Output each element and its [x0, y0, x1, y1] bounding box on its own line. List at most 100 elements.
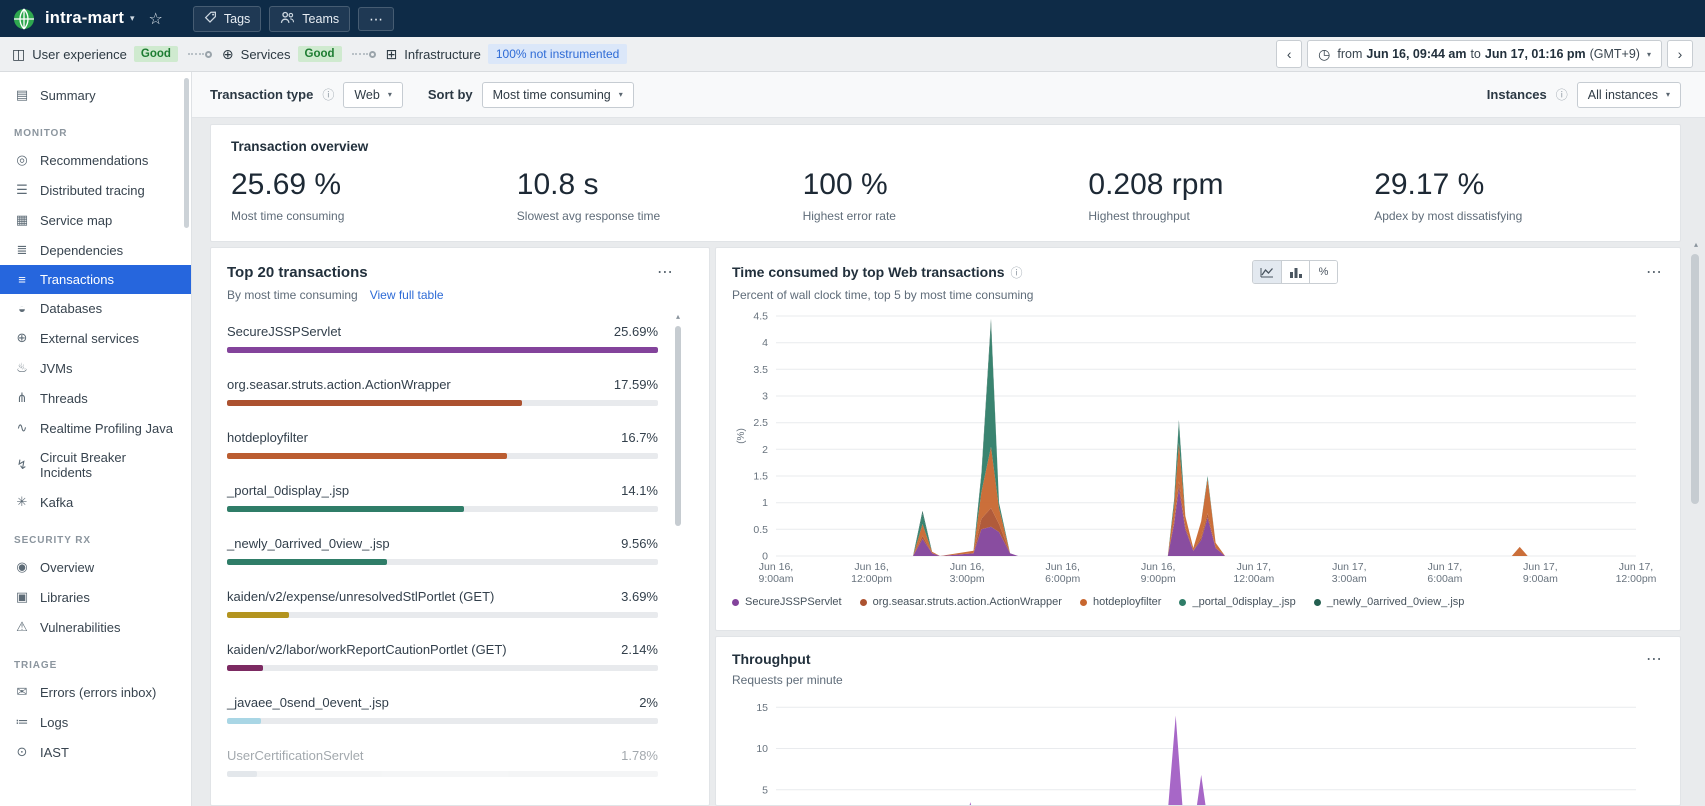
user-experience-stage[interactable]: ◫ User experience Good	[12, 46, 178, 63]
sidebar-item-label: Errors (errors inbox)	[40, 684, 157, 700]
sidebar-item-dependencies[interactable]: ≣ Dependencies	[0, 235, 191, 265]
instances-select[interactable]: All instances ▾	[1576, 81, 1681, 108]
legend-item[interactable]: hotdeployfilter	[1079, 596, 1161, 608]
sidebar-item-logs[interactable]: ≔ Logs	[0, 707, 191, 737]
transaction-percent: 16.7%	[621, 430, 658, 445]
transaction-percent: 3.69%	[621, 589, 658, 604]
sidebar-item-vulnerabilities[interactable]: ⚠ Vulnerabilities	[0, 612, 191, 642]
teams-button[interactable]: Teams	[269, 5, 351, 32]
bar-chart-icon	[1289, 267, 1302, 278]
transaction-name: hotdeployfilter	[227, 430, 308, 445]
sidebar-item-realtime-profiling-java[interactable]: ∿ Realtime Profiling Java	[0, 413, 191, 443]
transaction-bar-track	[227, 665, 658, 671]
sidebar-item-libraries[interactable]: ▣ Libraries	[0, 582, 191, 612]
sort-by-select[interactable]: Most time consuming ▾	[481, 81, 634, 108]
tags-button[interactable]: Tags	[192, 5, 262, 32]
transaction-row[interactable]: kaiden/v2/labor/workReportCautionPortlet…	[227, 642, 658, 671]
transaction-row[interactable]: kaiden/v2/expense/unresolvedStlPortlet (…	[227, 589, 658, 618]
legend-item[interactable]: _newly_0arrived_0view_.jsp	[1313, 596, 1464, 608]
service-map-icon: ▦	[15, 212, 29, 227]
transaction-bar-fill	[227, 718, 261, 724]
charts-column: Time consumed by top Web transactions ⓘ	[715, 247, 1681, 806]
svg-text:Jun 17,12:00am: Jun 17, 12:00am	[1233, 561, 1274, 585]
sidebar-navigation: ▤ Summary MONITOR ◎ Recommendations ☰ Di…	[0, 72, 192, 806]
sidebar-item-distributed-tracing[interactable]: ☰ Distributed tracing	[0, 175, 191, 205]
throughput-title: Throughput	[732, 651, 811, 667]
sidebar-item-label: Kafka	[40, 494, 74, 510]
metric-label: Most time consuming	[231, 209, 345, 223]
time-range-picker[interactable]: ◷ from Jun 16, 09:44 am to Jun 17, 01:16…	[1307, 40, 1662, 68]
more-options-button[interactable]: ⋯	[358, 6, 395, 31]
sidebar-item-overview[interactable]: ◉ Overview	[0, 552, 191, 582]
time-consumed-subtitle: Percent of wall clock time, top 5 by mos…	[732, 288, 1034, 302]
main-scrollbar-thumb[interactable]	[1691, 254, 1699, 504]
transaction-name: kaiden/v2/expense/unresolvedStlPortlet (…	[227, 589, 495, 604]
area-chart-icon	[1260, 267, 1273, 277]
transaction-row[interactable]: hotdeployfilter 16.7%	[227, 430, 658, 459]
sidebar-item-recommendations[interactable]: ◎ Recommendations	[0, 145, 191, 175]
transaction-row-header: _newly_0arrived_0view_.jsp 9.56%	[227, 536, 658, 551]
transaction-row[interactable]: org.seasar.struts.action.ActionWrapper 1…	[227, 377, 658, 406]
sidebar-item-transactions[interactable]: ≡ Transactions	[0, 265, 191, 294]
overview-icon: ◉	[16, 559, 28, 574]
sidebar-item-threads[interactable]: ⋔ Threads	[0, 383, 191, 413]
info-icon[interactable]: ⓘ	[1556, 86, 1568, 103]
throughput-panel: Throughput ⋯ Requests per minute 5 10 15	[715, 636, 1681, 806]
transaction-row[interactable]: UserCertificationServlet 1.78%	[227, 748, 658, 777]
sidebar-item-kafka[interactable]: ✳ Kafka	[0, 487, 191, 517]
infrastructure-stage[interactable]: ⊞ Infrastructure 100% not instrumented	[386, 44, 628, 64]
panel-menu-button[interactable]: ⋯	[1644, 649, 1664, 669]
legend-label: org.seasar.struts.action.ActionWrapper	[872, 596, 1062, 608]
transaction-row[interactable]: _javaee_0send_0event_.jsp 2%	[227, 695, 658, 724]
sidebar-scrollbar-thumb[interactable]	[184, 78, 189, 228]
transaction-type-select[interactable]: Web ▾	[343, 81, 403, 108]
transaction-row[interactable]: SecureJSSPServlet 25.69%	[227, 324, 658, 353]
sidebar-item-label: Databases	[40, 301, 103, 316]
info-icon[interactable]: ⓘ	[322, 86, 334, 103]
application-switcher[interactable]: intra-mart ▾	[45, 9, 135, 28]
sidebar-item-label: Circuit Breaker Incidents	[40, 450, 126, 480]
time-back-button[interactable]: ‹	[1276, 40, 1303, 68]
sidebar-item-iast[interactable]: ⊙ IAST	[0, 737, 191, 767]
status-badge-good: Good	[297, 46, 342, 62]
view-full-table-link[interactable]: View full table	[370, 288, 444, 302]
sidebar-item-databases[interactable]: ◒ Databases	[0, 294, 191, 323]
area-chart-mode-button[interactable]	[1253, 261, 1281, 283]
services-stage[interactable]: ⊕ Services Good	[222, 46, 342, 63]
list-scrollbar-up-arrow[interactable]: ▴	[676, 312, 680, 321]
time-forward-button[interactable]: ›	[1667, 40, 1693, 68]
main-scrollbar-up-arrow[interactable]: ▴	[1694, 240, 1698, 249]
svg-text:10: 10	[756, 743, 768, 755]
transaction-row-header: hotdeployfilter 16.7%	[227, 430, 658, 445]
legend-item[interactable]: _portal_0display_.jsp	[1179, 596, 1296, 608]
transaction-row[interactable]: _newly_0arrived_0view_.jsp 9.56%	[227, 536, 658, 565]
legend-item[interactable]: SecureJSSPServlet	[732, 596, 842, 608]
distributed-tracing-icon: ☰	[16, 182, 28, 197]
time-consumed-chart[interactable]: 00.511.522.533.544.5(%)Jun 16, 9:00amJun …	[732, 306, 1664, 592]
throughput-chart[interactable]: 5 10 15	[732, 691, 1664, 806]
clock-icon: ◷	[1318, 45, 1331, 62]
favorite-star-icon[interactable]: ☆	[149, 9, 163, 29]
sidebar-item-errors-errors-inbox[interactable]: ✉ Errors (errors inbox)	[0, 677, 191, 707]
panel-menu-button[interactable]: ⋯	[1644, 262, 1664, 282]
user-experience-label: User experience	[32, 46, 127, 62]
not-instrumented-badge[interactable]: 100% not instrumented	[487, 44, 628, 64]
panel-menu-button[interactable]: ⋯	[655, 262, 675, 282]
transaction-row[interactable]: _portal_0display_.jsp 14.1%	[227, 483, 658, 512]
legend-item[interactable]: org.seasar.struts.action.ActionWrapper	[859, 596, 1062, 608]
main-panel: Transaction type ⓘ Web ▾ Sort by Most ti…	[192, 72, 1705, 806]
percent-mode-button[interactable]: %	[1309, 261, 1337, 283]
bar-chart-mode-button[interactable]	[1281, 261, 1309, 283]
transaction-percent: 2%	[639, 695, 658, 710]
transaction-percent: 2.14%	[621, 642, 658, 657]
sidebar-item-jvms[interactable]: ♨ JVMs	[0, 353, 191, 383]
sidebar-item-service-map[interactable]: ▦ Service map	[0, 205, 191, 235]
sidebar-item-summary[interactable]: ▤ Summary	[0, 80, 191, 110]
list-scrollbar-thumb[interactable]	[675, 326, 681, 526]
sidebar-item-external-services[interactable]: ⊕ External services	[0, 323, 191, 353]
app-logo-icon[interactable]	[12, 7, 36, 31]
transaction-row-header: kaiden/v2/expense/unresolvedStlPortlet (…	[227, 589, 658, 604]
sidebar-item-label: Threads	[40, 390, 88, 406]
sidebar-item-circuit-breaker-incidents[interactable]: ↯ Circuit Breaker Incidents	[0, 443, 191, 487]
info-icon[interactable]: ⓘ	[1011, 264, 1023, 281]
